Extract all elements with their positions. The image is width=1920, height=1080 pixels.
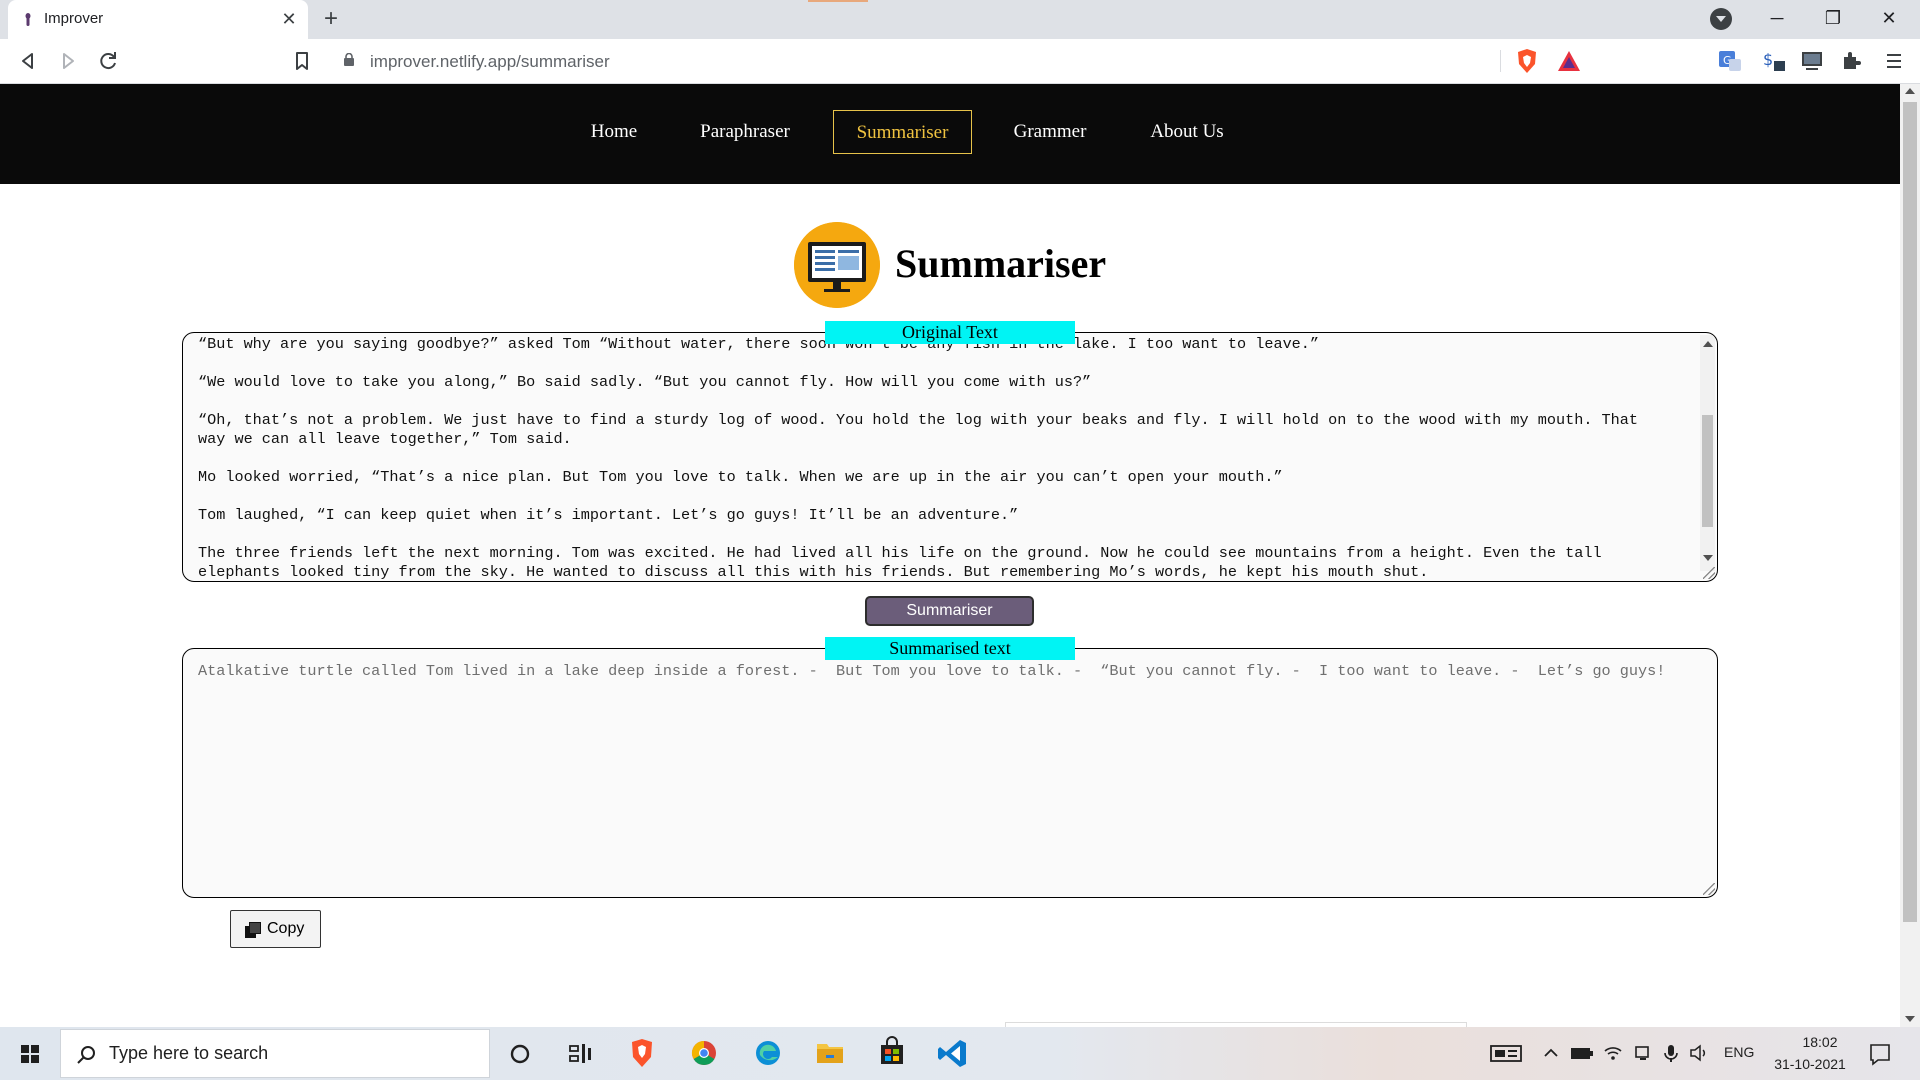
summarised-text-content[interactable]: Atalkative turtle called Tom lived in a … [198,662,1698,681]
page-scroll-up-icon[interactable] [1905,88,1915,94]
scroll-down-arrow-icon[interactable] [1703,555,1713,561]
nav-summariser[interactable]: Summariser [833,110,972,154]
show-hidden-icons-icon[interactable] [1541,1043,1561,1063]
file-explorer-app-icon[interactable] [802,1027,858,1080]
window-restore-button[interactable]: ❐ [1810,0,1856,36]
window-minimize-button[interactable]: ─ [1754,0,1800,36]
page-scrollbar[interactable] [1900,84,1920,1027]
browser-menu-icon[interactable] [1880,47,1908,75]
wifi-icon[interactable] [1603,1043,1623,1063]
summarised-text-label: Summarised text [825,637,1075,660]
browser-tab[interactable]: Improver ✕ [8,0,308,39]
scrollbar-thumb[interactable] [1702,415,1713,527]
chrome-app-icon[interactable] [676,1027,732,1080]
copy-icon [245,922,261,938]
scroll-up-arrow-icon[interactable] [1703,341,1713,347]
back-icon[interactable] [14,47,42,75]
window-close-button[interactable]: ✕ [1866,0,1912,36]
summarised-text-area[interactable]: Atalkative turtle called Tom lived in a … [182,648,1718,898]
windows-start-icon[interactable] [0,1027,60,1080]
nav-paraphraser[interactable]: Paraphraser [692,110,798,154]
page-scroll-down-icon[interactable] [1905,1016,1915,1022]
store-app-icon[interactable] [864,1027,920,1080]
edge-app-icon[interactable] [740,1027,796,1080]
search-icon [77,1046,95,1064]
browser-toolbar: improver.netlify.app/summariser G $ [0,39,1920,84]
task-view-icon[interactable] [552,1027,608,1080]
clock-time[interactable]: 18:02 [1787,1034,1853,1050]
device-icon[interactable] [1633,1043,1653,1063]
url-text[interactable]: improver.netlify.app/summariser [370,52,610,72]
clock-date[interactable]: 31-10-2021 [1767,1056,1853,1072]
new-tab-button[interactable]: + [318,6,344,32]
original-text-label: Original Text [825,321,1075,344]
resize-grip-icon[interactable] [1703,883,1715,895]
page-scrollbar-thumb[interactable] [1903,102,1917,922]
original-text-area[interactable]: “But why are you saying goodbye?” asked … [182,332,1718,582]
search-placeholder[interactable]: Type here to search [109,1043,268,1064]
extensions-puzzle-icon[interactable] [1838,47,1866,75]
original-text-scrollbar[interactable] [1700,335,1715,571]
tab-close-icon[interactable]: ✕ [278,8,300,30]
vscode-app-icon[interactable] [926,1027,982,1080]
notification-center-icon[interactable] [1864,1039,1896,1069]
copy-button[interactable]: Copy [230,910,321,948]
nav-about-us[interactable]: About Us [1140,110,1234,154]
svg-text:$: $ [1763,50,1773,69]
nav-grammer[interactable]: Grammer [1003,110,1097,154]
summariser-monitor-logo-icon [794,222,880,308]
browser-tab-bar: Improver ✕ + ─ ❐ ✕ [0,0,1920,39]
lock-icon[interactable] [344,53,354,66]
keyboard-layout-icon[interactable] [1490,1043,1522,1063]
windows-taskbar: Type here to search ENG 18:02 31-10-2021 [0,1027,1920,1080]
cast-extension-icon[interactable] [1798,47,1826,75]
volume-icon[interactable] [1689,1043,1709,1063]
reload-icon[interactable] [94,47,122,75]
site-favicon-icon [25,13,31,26]
brave-rewards-icon[interactable] [1556,49,1582,73]
copy-button-label: Copy [267,920,305,937]
microphone-icon[interactable] [1661,1043,1681,1063]
tab-strip-highlight [808,0,868,2]
bookmark-icon[interactable] [288,47,316,75]
brave-shields-icon[interactable] [1515,48,1539,74]
battery-icon[interactable] [1570,1043,1594,1063]
cortana-icon[interactable] [492,1027,548,1080]
taskbar-search-box[interactable]: Type here to search [60,1029,490,1078]
page-title: Summariser [895,241,1107,286]
brave-browser-app-icon[interactable] [614,1027,670,1080]
tab-search-icon[interactable] [1710,8,1732,30]
original-text-content[interactable]: “But why are you saying goodbye?” asked … [198,335,1688,581]
resize-grip-icon[interactable] [1703,567,1715,579]
address-bar[interactable]: improver.netlify.app/summariser [330,44,1590,78]
tab-title: Improver [44,10,104,27]
dollar-extension-icon[interactable]: $ [1760,47,1788,75]
translate-extension-icon[interactable]: G [1716,47,1744,75]
nav-home[interactable]: Home [582,110,646,154]
omnibox-divider [1500,50,1501,72]
summarise-button[interactable]: Summariser [865,596,1034,626]
web-page: Home Paraphraser Summariser Grammer Abou… [0,84,1900,1027]
language-indicator[interactable]: ENG [1724,1044,1754,1060]
site-navbar: Home Paraphraser Summariser Grammer Abou… [0,84,1900,184]
forward-icon[interactable] [54,47,82,75]
